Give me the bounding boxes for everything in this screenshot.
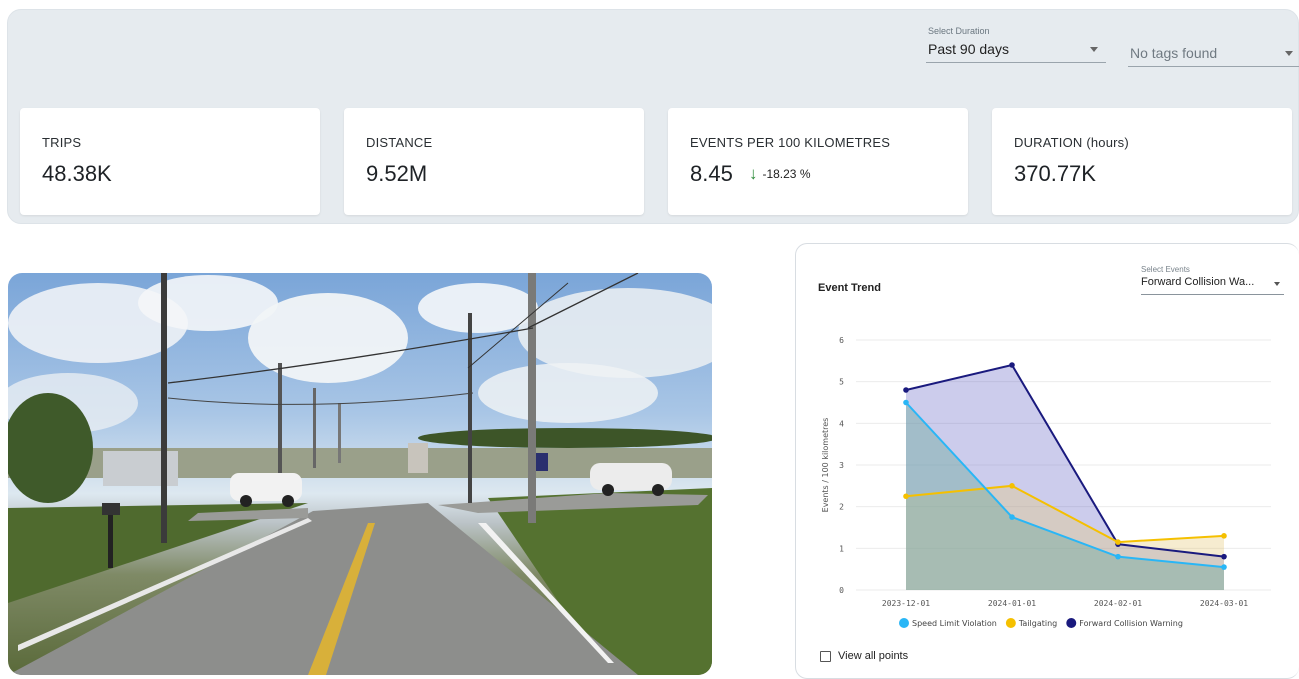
data-point xyxy=(903,399,909,406)
kpi-card-duration: DURATION (hours) 370.77K xyxy=(992,108,1292,215)
x-tick-label: 2023-12-01 xyxy=(882,599,930,608)
x-tick-label: 2024-01-01 xyxy=(988,599,1036,608)
y-tick-label: 5 xyxy=(839,378,844,387)
tags-filter: No tags found xyxy=(1128,43,1299,67)
kpi-value-row: 8.45 ↓ -18.23 % xyxy=(690,161,810,187)
kpi-card-trips: TRIPS 48.38K xyxy=(20,108,320,215)
data-point xyxy=(1115,553,1121,560)
kpi-value: 370.77K xyxy=(1014,161,1096,186)
data-point xyxy=(1221,533,1227,539)
data-point xyxy=(1221,553,1227,560)
legend-marker xyxy=(1066,618,1077,628)
view-all-label: View all points xyxy=(838,650,909,662)
dashcam-image xyxy=(8,273,712,675)
x-tick-label: 2024-03-01 xyxy=(1200,599,1248,608)
y-axis-label: Events / 100 kilometres xyxy=(821,418,830,513)
kpi-card-distance: DISTANCE 9.52M xyxy=(344,108,644,215)
data-point xyxy=(1009,362,1015,368)
legend-label: Forward Collision Warning xyxy=(1079,619,1183,628)
data-point xyxy=(903,387,909,393)
view-all-checkbox[interactable] xyxy=(820,650,831,662)
data-point xyxy=(903,493,909,500)
duration-select[interactable]: Past 90 days xyxy=(926,39,1106,63)
duration-value: Past 90 days xyxy=(928,41,1009,57)
kpi-value: 8.45 xyxy=(690,161,733,186)
data-point xyxy=(1009,483,1015,489)
kpi-change: ↓ -18.23 % xyxy=(749,164,811,184)
y-tick-label: 4 xyxy=(839,419,844,428)
kpi-card-events: EVENTS PER 100 KILOMETRES 8.45 ↓ -18.23 … xyxy=(668,108,968,215)
y-tick-label: 1 xyxy=(839,544,844,553)
data-point xyxy=(1009,514,1015,520)
legend-marker xyxy=(899,618,909,628)
duration-caption: Select Duration xyxy=(928,26,990,36)
tags-value: No tags found xyxy=(1130,45,1218,61)
chevron-down-icon xyxy=(1090,47,1098,52)
kpi-value: 9.52M xyxy=(366,161,428,186)
legend-marker xyxy=(1005,618,1016,628)
kpi-change-percent: -18.23 % xyxy=(762,167,811,181)
x-tick-label: 2024-02-01 xyxy=(1094,599,1142,608)
kpi-label: DISTANCE xyxy=(366,135,433,150)
y-tick-label: 3 xyxy=(839,461,844,470)
event-trend-chart: 0 1 2 3 4 5 6 Events / 100 kilometres 2023-12-01… xyxy=(821,336,1271,628)
summary-panel: Select Duration Past 90 days No tags fou… xyxy=(7,9,1299,224)
kpi-label: EVENTS PER 100 KILOMETRES xyxy=(690,135,891,150)
arrow-down-icon: ↓ xyxy=(748,164,758,183)
view-all-points-toggle[interactable]: View all points xyxy=(820,650,908,662)
kpi-value: 48.38K xyxy=(42,161,112,186)
legend-label: Tailgating xyxy=(1018,619,1057,628)
duration-filter: Select Duration Past 90 days xyxy=(926,26,1106,63)
tags-select[interactable]: No tags found xyxy=(1128,43,1299,67)
chevron-down-icon xyxy=(1285,51,1293,56)
kpi-label: TRIPS xyxy=(42,135,82,150)
y-tick-label: 0 xyxy=(839,586,844,595)
data-point xyxy=(1221,564,1227,570)
kpi-label: DURATION (hours) xyxy=(1014,135,1129,150)
dashcam-scene xyxy=(8,273,712,675)
event-trend-card: Event Trend Select Events Forward Collis… xyxy=(795,243,1299,679)
legend-label: Speed Limit Violation xyxy=(912,619,997,628)
y-tick-label: 6 xyxy=(839,336,844,345)
data-point xyxy=(1115,539,1121,545)
y-tick-label: 2 xyxy=(839,503,844,512)
